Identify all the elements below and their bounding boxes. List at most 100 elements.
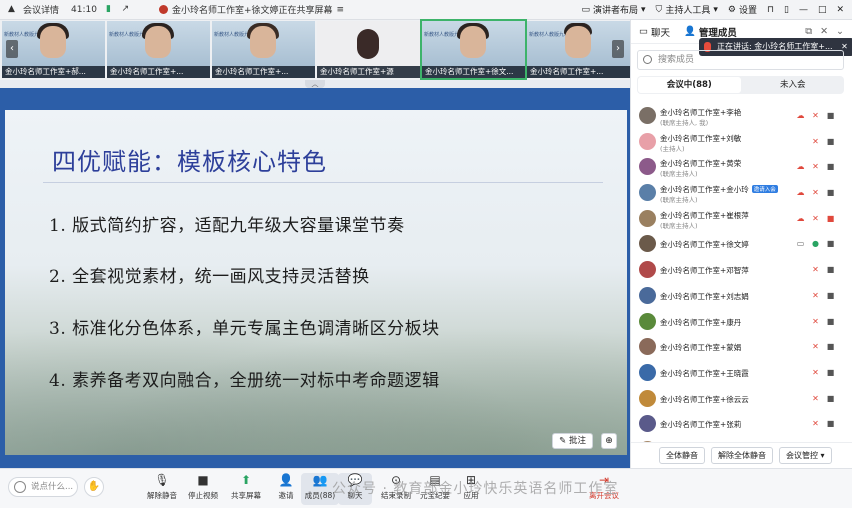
pin-icon[interactable]: ⊓ xyxy=(767,5,774,15)
member-role: (联席主持人) xyxy=(660,221,698,230)
host-tools-button[interactable]: ⛉ 主持人工具 ▾ xyxy=(656,3,718,17)
mic-off-icon[interactable]: ✕ xyxy=(811,317,820,326)
camera-icon[interactable]: ■ xyxy=(826,342,835,351)
annotate-button[interactable]: ✎ 批注 xyxy=(552,433,593,449)
chat-input[interactable]: 说点什么... xyxy=(8,477,78,497)
video-tile-name: 金小玲名师工作室+源 xyxy=(317,66,420,78)
gear-icon: ⚙ xyxy=(727,4,736,15)
chevron-down-icon: ▾ xyxy=(641,4,646,15)
member-row[interactable]: 金小玲名师工作室+崔根萍 (联席主持人) ☁ ✕ ■ xyxy=(631,206,852,232)
mute-all-button[interactable]: 全体静音 xyxy=(659,447,705,464)
title-bar: ▲ 会议详情 41:10 ▮ ↗ 金小玲名师工作室+徐文婷正在共享屏幕 ≡ ▭ 演… xyxy=(0,0,852,20)
share-cloud-icon[interactable]: ☁ xyxy=(796,214,805,223)
video-tile[interactable]: 新教材人教版九年级英语 金小玲名师工作室+... xyxy=(107,21,210,78)
network-icon[interactable]: ▮ xyxy=(103,4,114,15)
member-row[interactable]: 金小玲名师工作室+李艳 (联席主持人, 我) ☁ ✕ ■ xyxy=(631,103,852,129)
share-cloud-icon[interactable]: ☁ xyxy=(796,111,805,120)
popout-panel-icon[interactable]: ⧉ xyxy=(805,26,812,37)
mic-off-icon[interactable]: ✕ xyxy=(811,137,820,146)
mic-on-icon[interactable]: ● xyxy=(811,239,820,248)
member-row[interactable]: 金小玲名师工作室+刘志娟 ✕ ■ xyxy=(631,283,852,309)
mic-off-icon[interactable]: ✕ xyxy=(811,394,820,403)
member-row[interactable]: 金小玲名师工作室+金小玲 邀请入会 (联席主持人) ☁ ✕ ■ xyxy=(631,180,852,206)
share-status: 金小玲名师工作室+徐文婷正在共享屏幕 ≡ xyxy=(158,3,345,16)
strip-prev-arrow-icon[interactable]: ‹ xyxy=(6,40,18,58)
segment-in-meeting[interactable]: 会议中(88) xyxy=(638,77,741,93)
mic-off-icon[interactable]: ✕ xyxy=(811,111,820,120)
settings-button[interactable]: ⚙ 设置 xyxy=(727,3,757,17)
presenter-layout-button[interactable]: ▭ 演讲者布局 ▾ xyxy=(581,3,646,17)
share-cloud-icon[interactable]: ☁ xyxy=(796,162,805,171)
member-search-input[interactable]: 搜索成员 xyxy=(637,50,844,70)
camera-icon[interactable]: ■ xyxy=(826,419,835,428)
mic-off-icon[interactable]: ✕ xyxy=(811,188,820,197)
video-tile[interactable]: 金小玲名师工作室+源 xyxy=(317,21,420,78)
avatar xyxy=(639,209,656,227)
raise-hand-icon[interactable]: ✋ xyxy=(84,477,104,497)
mic-off-icon[interactable]: ✕ xyxy=(811,419,820,428)
screen-share-icon[interactable]: ▭ xyxy=(796,239,805,248)
member-role: (联席主持人) xyxy=(660,196,698,205)
camera-icon[interactable]: ■ xyxy=(826,162,835,171)
camera-icon[interactable]: ■ xyxy=(826,111,835,120)
share-status-text: 金小玲名师工作室+徐文婷正在共享屏幕 xyxy=(171,6,333,16)
segment-not-joined[interactable]: 未入会 xyxy=(742,76,845,94)
meeting-detail-button[interactable]: 会议详情 xyxy=(23,3,59,16)
share-screen-button[interactable]: ⬆ 共享屏幕 xyxy=(227,473,265,501)
mic-off-icon[interactable]: ✕ xyxy=(811,265,820,274)
pen-icon: ✎ xyxy=(559,436,569,446)
member-row[interactable]: 金小玲名师工作室+康丹 ✕ ■ xyxy=(631,309,852,335)
sidebar-toggle-icon[interactable]: ▯ xyxy=(784,5,789,15)
mic-off-icon[interactable]: ✕ xyxy=(811,342,820,351)
video-tile-active-speaker[interactable]: 新教材人教版九年级英语 金小玲名师工作室+徐文... xyxy=(420,19,527,80)
video-tile[interactable]: 新教材人教版九年级英语 金小玲名师工作室+... xyxy=(212,21,315,78)
camera-icon[interactable]: ■ xyxy=(826,368,835,377)
camera-icon[interactable]: ■ xyxy=(826,137,835,146)
member-row[interactable]: 金小玲名师工作室+徐文婷 ▭ ● ■ xyxy=(631,231,852,257)
stop-video-button[interactable]: ■ 停止视频 xyxy=(184,473,222,501)
member-row[interactable]: 金小玲名师工作室+刘敏 (主持人) ✕ ■ xyxy=(631,129,852,155)
tab-chat[interactable]: ▭ 聊天 xyxy=(639,25,670,39)
camera-icon[interactable]: ■ xyxy=(826,188,835,197)
collapse-strip-icon[interactable]: ︿ xyxy=(305,80,325,88)
camera-icon[interactable]: ■ xyxy=(826,394,835,403)
invite-button[interactable]: 👤 邀请 xyxy=(267,473,305,501)
camera-off-icon[interactable]: ■ xyxy=(826,214,835,223)
unmute-button[interactable]: 🎙 解除静音 xyxy=(143,473,181,501)
share-cloud-icon[interactable]: ☁ xyxy=(796,188,805,197)
unmute-all-button[interactable]: 解除全体静音 xyxy=(711,447,773,464)
signal-icon: ▲ xyxy=(8,4,15,14)
mic-off-icon[interactable]: ✕ xyxy=(811,368,820,377)
member-row[interactable]: 金小玲名师工作室+王晓霞 ✕ ■ xyxy=(631,360,852,386)
member-row[interactable]: 金小玲名师工作室+邓智萍 ✕ ■ xyxy=(631,257,852,283)
camera-icon[interactable]: ■ xyxy=(826,265,835,274)
zoom-icon[interactable]: ⊕ xyxy=(601,433,617,449)
member-row[interactable]: 金小玲名师工作室+蒙娟 ✕ ■ xyxy=(631,334,852,360)
share-menu-icon[interactable]: ≡ xyxy=(337,5,345,15)
tab-members[interactable]: 👤 管理成员 xyxy=(684,25,737,39)
camera-icon[interactable]: ■ xyxy=(826,291,835,300)
mic-off-icon[interactable]: ✕ xyxy=(811,214,820,223)
maximize-icon[interactable]: □ xyxy=(818,5,827,15)
strip-next-arrow-icon[interactable]: › xyxy=(612,40,624,58)
mic-off-icon[interactable]: ✕ xyxy=(811,162,820,171)
member-row[interactable]: 金小玲名师工作室+张莉 ✕ ■ xyxy=(631,411,852,437)
slide-point: 3. 标准化分色体系，单元专属主色调清晰区分板块 xyxy=(49,319,440,339)
meeting-control-button[interactable]: 会议管控 ▾ xyxy=(779,447,832,464)
camera-icon[interactable]: ■ xyxy=(826,317,835,326)
avatar xyxy=(639,389,656,407)
member-row[interactable]: 金小玲名师工作室+徐云云 ✕ ■ xyxy=(631,386,852,412)
members-icon: 👥 xyxy=(312,473,328,487)
member-name: 金小玲名师工作室+邓智萍 xyxy=(660,266,749,276)
close-icon[interactable]: ✕ xyxy=(836,5,844,15)
panel-close-icon[interactable]: ✕ xyxy=(820,26,828,37)
popout-icon[interactable]: ↗ xyxy=(120,4,131,15)
member-name: 金小玲名师工作室+张莉 xyxy=(660,420,742,430)
minimize-icon[interactable]: — xyxy=(799,5,808,15)
mic-off-icon[interactable]: ✕ xyxy=(811,291,820,300)
panel-menu-icon[interactable]: ⌄ xyxy=(836,26,844,37)
member-row[interactable]: 金小玲名师工作室+黄荣 (联席主持人) ☁ ✕ ■ xyxy=(631,154,852,180)
camera-icon[interactable]: ■ xyxy=(826,239,835,248)
members-icon: 👤 xyxy=(684,26,696,37)
video-tile-name: 金小玲名师工作室+徐文... xyxy=(422,66,525,78)
